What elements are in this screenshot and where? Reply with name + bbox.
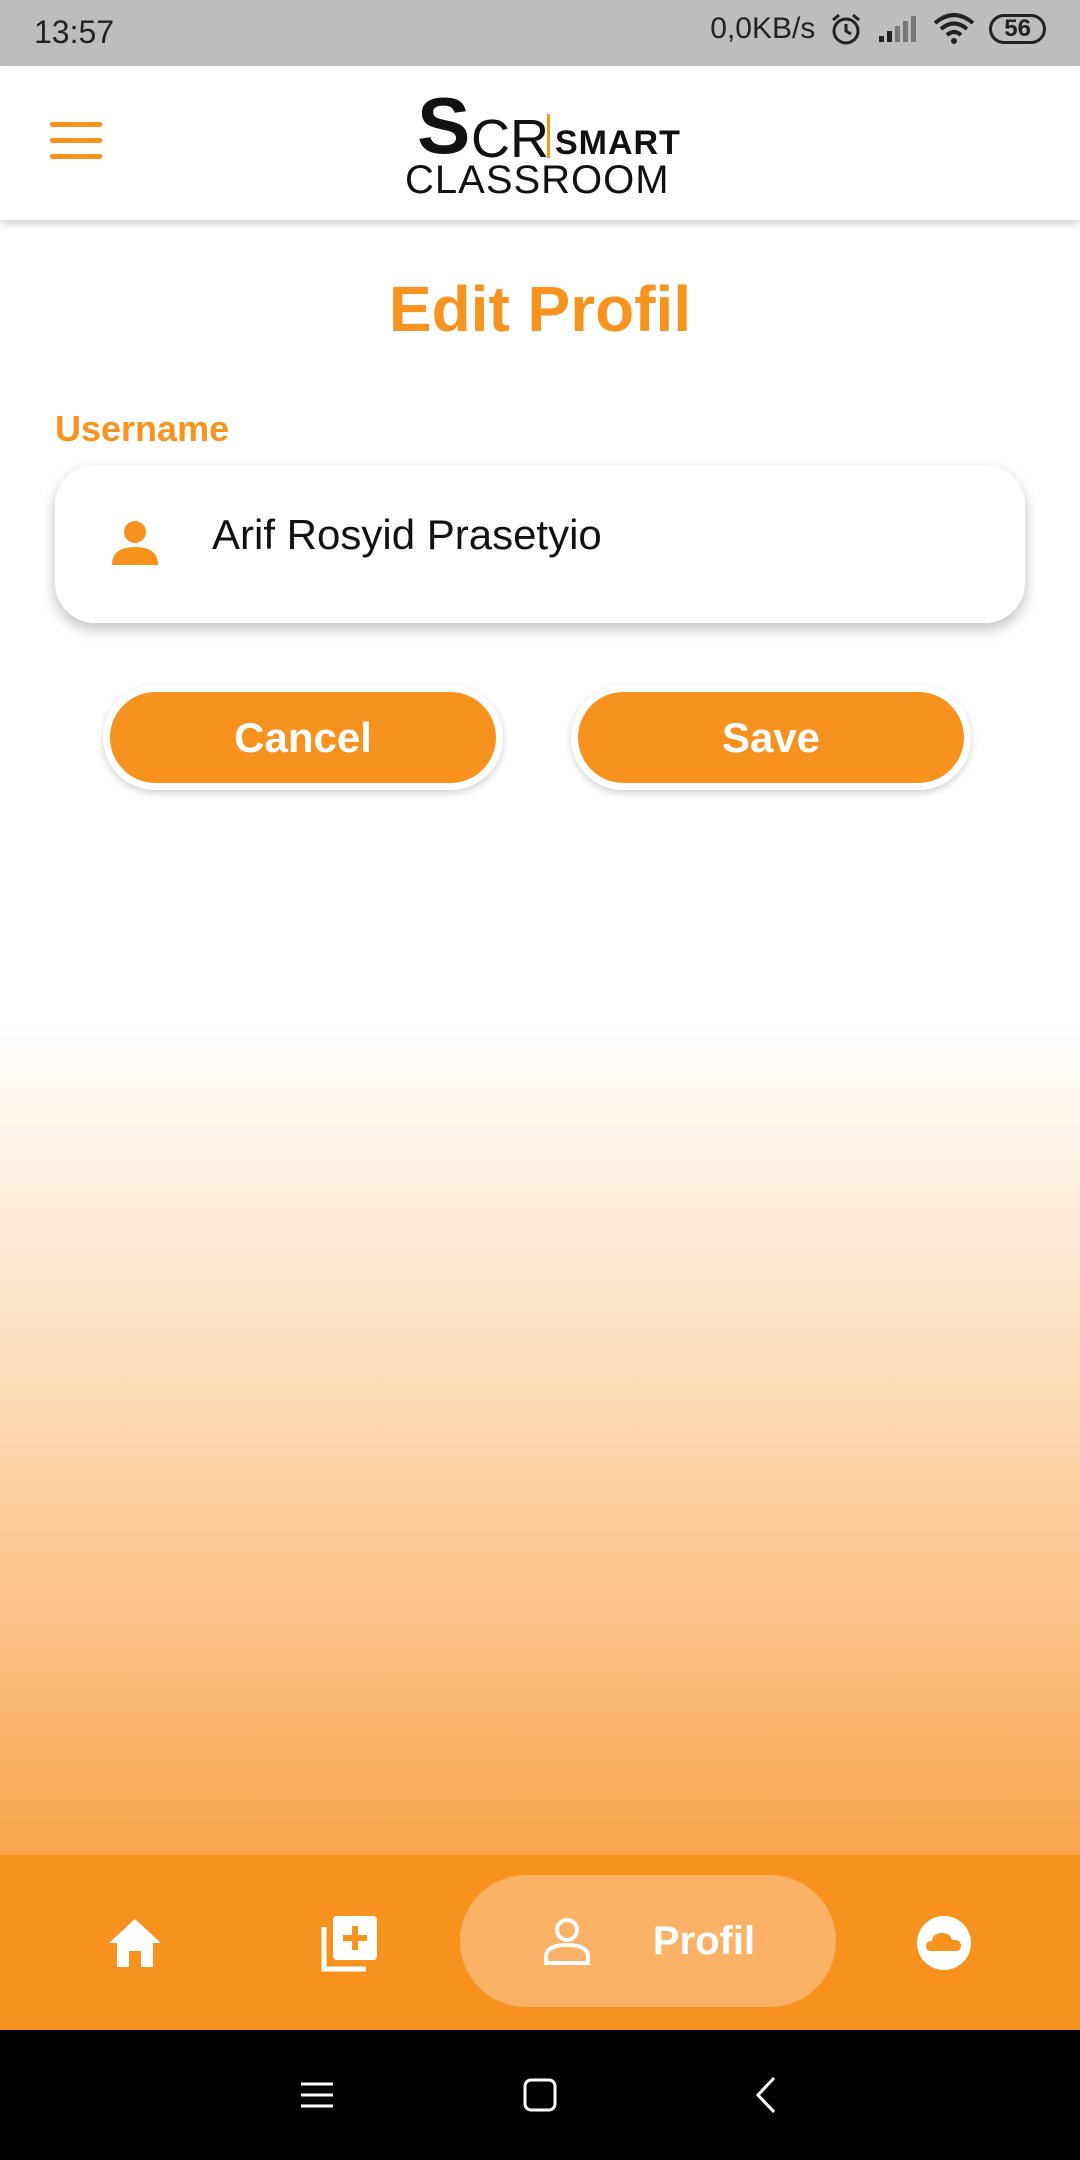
wifi-icon — [934, 13, 975, 44]
cancel-button-label: Cancel — [110, 692, 496, 783]
home-button-icon[interactable] — [515, 2070, 565, 2120]
system-nav-bar — [0, 2030, 1080, 2160]
username-label: Username — [55, 408, 230, 449]
bottom-nav: Profil — [0, 1855, 1080, 2030]
cancel-button[interactable]: Cancel — [103, 685, 503, 790]
back-icon[interactable] — [742, 2070, 792, 2120]
alarm-icon — [832, 13, 861, 45]
username-value[interactable]: Arif Rosyid Prasetyio — [212, 511, 602, 559]
battery-icon: 56 — [989, 14, 1046, 44]
save-button[interactable]: Save — [571, 685, 971, 790]
network-speed: 0,0KB/s — [710, 12, 816, 45]
username-field[interactable]: Arif Rosyid Prasetyio — [55, 465, 1025, 623]
status-right: 0,0KB/s 56 — [710, 12, 1046, 46]
status-time: 13:57 — [34, 14, 115, 50]
add-library-icon — [321, 1915, 377, 1971]
nav-add[interactable] — [300, 1855, 400, 2030]
person-icon — [112, 521, 158, 565]
nav-profil-label: Profil — [652, 1918, 756, 1963]
cloud-icon — [917, 1915, 971, 1970]
hamburger-icon[interactable] — [50, 122, 102, 162]
status-bar: 13:57 0,0KB/s 56 — [0, 0, 1080, 66]
app-logo: S CR SMART CLASSROOM — [405, 81, 681, 202]
app-bar: S CR SMART CLASSROOM — [0, 66, 1080, 220]
background-gradient — [0, 1020, 1080, 1855]
nav-profil[interactable]: Profil — [460, 1875, 836, 2007]
nav-home[interactable] — [85, 1855, 185, 2030]
save-button-label: Save — [578, 692, 964, 783]
nav-cloud[interactable] — [894, 1855, 994, 2030]
person-outline-icon — [543, 1918, 590, 1965]
page-title: Edit Profil — [388, 273, 692, 345]
home-icon — [109, 1918, 161, 1967]
recents-icon[interactable] — [292, 2070, 342, 2120]
signal-icon — [879, 16, 917, 42]
